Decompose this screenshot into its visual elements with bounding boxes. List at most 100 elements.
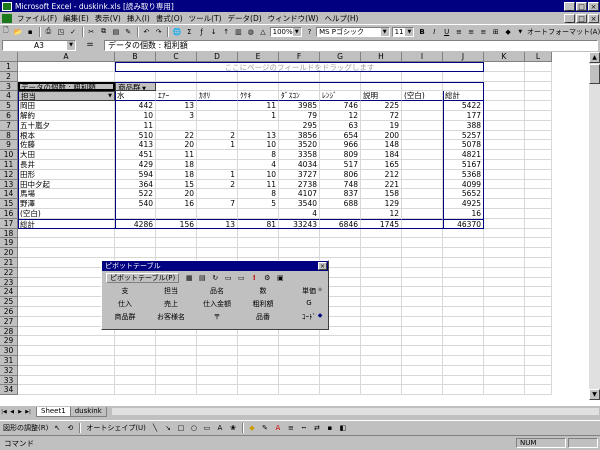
cell[interactable] <box>279 248 320 258</box>
pivot-value-cell[interactable]: 79 <box>279 111 320 121</box>
pivot-value-cell[interactable]: 8 <box>238 189 279 200</box>
cell[interactable] <box>279 238 320 249</box>
pivot-value-cell[interactable]: 295 <box>279 120 320 131</box>
pivot-value-cell[interactable] <box>402 209 443 219</box>
textbox-icon[interactable]: ▭ <box>201 422 213 433</box>
row-header-8[interactable]: 8 <box>0 130 18 141</box>
pivot-value-cell[interactable] <box>238 120 279 131</box>
fill-color-icon[interactable]: ◆ <box>502 26 513 37</box>
cell[interactable] <box>525 189 552 200</box>
pivot-row-label[interactable]: (空白) <box>18 209 115 219</box>
cell[interactable] <box>156 228 197 239</box>
cell[interactable] <box>525 277 552 288</box>
pivot-value-cell[interactable]: 12 <box>320 111 361 121</box>
pivot-row-label[interactable]: 野澤 <box>18 199 115 209</box>
row-header-30[interactable]: 30 <box>0 346 18 356</box>
cell[interactable] <box>402 238 443 249</box>
pivot-value-cell[interactable]: 8 <box>238 150 279 160</box>
cell[interactable] <box>361 287 402 298</box>
cell[interactable] <box>525 71 552 82</box>
pivot-value-cell[interactable]: 748 <box>320 179 361 190</box>
pivot-value-cell[interactable]: 22 <box>156 130 197 141</box>
pivot-value-cell[interactable]: 177 <box>443 111 484 121</box>
cell[interactable] <box>402 267 443 278</box>
pivot-value-cell[interactable] <box>402 150 443 160</box>
cell[interactable] <box>525 356 552 366</box>
tab-sheet1[interactable]: Sheet1 <box>36 406 71 417</box>
column-header-h[interactable]: H <box>361 52 402 62</box>
pivot-value-cell[interactable]: 16 <box>443 209 484 219</box>
page-field-drop-area[interactable]: ここにページのフィールドをドラッグします <box>115 62 484 72</box>
cell[interactable] <box>443 316 484 327</box>
pivot-total-cell[interactable]: 6846 <box>320 218 361 229</box>
clipart-icon[interactable]: ❀ <box>227 422 239 433</box>
rectangle-icon[interactable]: □ <box>175 422 187 433</box>
cell[interactable] <box>525 81 552 92</box>
pivot-field-button[interactable]: 〒 <box>196 312 238 322</box>
pivot-total-cell[interactable]: 156 <box>156 218 197 229</box>
pivot-value-cell[interactable]: 12 <box>361 209 402 219</box>
pivot-column-header[interactable]: 水 <box>115 91 156 102</box>
cell[interactable] <box>279 71 320 82</box>
vertical-scrollbar[interactable]: ▲ ▼ <box>589 52 600 400</box>
cell[interactable] <box>443 71 484 82</box>
cell[interactable] <box>402 81 443 92</box>
worksheet-grid[interactable]: ▲ ▼ A B C D E F G H I J K L 1 2 3 4 5 6 7 8 9 10 11 12 13 14 15 16 1… <box>0 52 600 406</box>
menu-tools[interactable]: ツール(T) <box>186 13 225 24</box>
cell[interactable] <box>443 365 484 376</box>
cell[interactable] <box>238 385 279 396</box>
pivot-field-button[interactable]: 粗利額 <box>242 299 284 309</box>
cell[interactable] <box>197 248 238 258</box>
cell[interactable] <box>18 356 115 366</box>
pivot-value-cell[interactable]: 4925 <box>443 199 484 209</box>
pivot-menu-button[interactable]: ピボットテーブル(P) <box>106 272 180 283</box>
cell[interactable] <box>525 307 552 317</box>
pivot-value-cell[interactable]: 5078 <box>443 140 484 151</box>
cell[interactable] <box>156 356 197 366</box>
chart-wizard-icon[interactable]: ▥ <box>233 26 244 37</box>
cell[interactable] <box>402 385 443 396</box>
cell[interactable] <box>361 346 402 356</box>
cell[interactable] <box>525 130 552 141</box>
cell[interactable] <box>18 336 115 347</box>
cell[interactable] <box>238 238 279 249</box>
cell[interactable] <box>197 385 238 396</box>
cell[interactable] <box>238 71 279 82</box>
cell[interactable] <box>525 248 552 258</box>
pivot-value-cell[interactable]: 11 <box>115 120 156 131</box>
cell[interactable] <box>320 385 361 396</box>
cell[interactable] <box>484 189 525 200</box>
cell[interactable] <box>484 199 525 209</box>
cell[interactable] <box>156 346 197 356</box>
pivot-value-cell[interactable]: 200 <box>361 130 402 141</box>
row-header-11[interactable]: 11 <box>0 160 18 170</box>
pivot-value-cell[interactable]: 4107 <box>279 189 320 200</box>
cell[interactable] <box>115 71 156 82</box>
paste-icon[interactable]: ▤ <box>110 26 121 37</box>
pivot-select-icon[interactable]: ▣ <box>274 272 286 283</box>
cell[interactable] <box>443 267 484 278</box>
cell[interactable] <box>484 346 525 356</box>
cell[interactable] <box>18 228 115 239</box>
cell[interactable] <box>156 248 197 258</box>
last-sheet-icon[interactable]: ▶| <box>24 408 32 416</box>
cell[interactable] <box>361 336 402 347</box>
row-header-19[interactable]: 19 <box>0 238 18 249</box>
cell[interactable] <box>361 307 402 317</box>
cell[interactable] <box>402 346 443 356</box>
cell[interactable] <box>115 238 156 249</box>
cell[interactable] <box>525 169 552 180</box>
column-header-g[interactable]: G <box>320 52 361 62</box>
column-header-f[interactable]: F <box>279 52 320 62</box>
cell[interactable] <box>156 238 197 249</box>
cell[interactable] <box>525 120 552 131</box>
cell[interactable] <box>279 356 320 366</box>
cell[interactable] <box>361 356 402 366</box>
italic-icon[interactable]: I <box>429 26 440 37</box>
dash-style-icon[interactable]: ┅ <box>298 422 310 433</box>
cell[interactable] <box>18 62 115 72</box>
pivot-value-cell[interactable]: 517 <box>320 160 361 170</box>
menu-help[interactable]: ヘルプ(H) <box>321 13 361 24</box>
pivot-field-button[interactable]: 品番 <box>242 312 284 322</box>
cell[interactable] <box>484 385 525 396</box>
